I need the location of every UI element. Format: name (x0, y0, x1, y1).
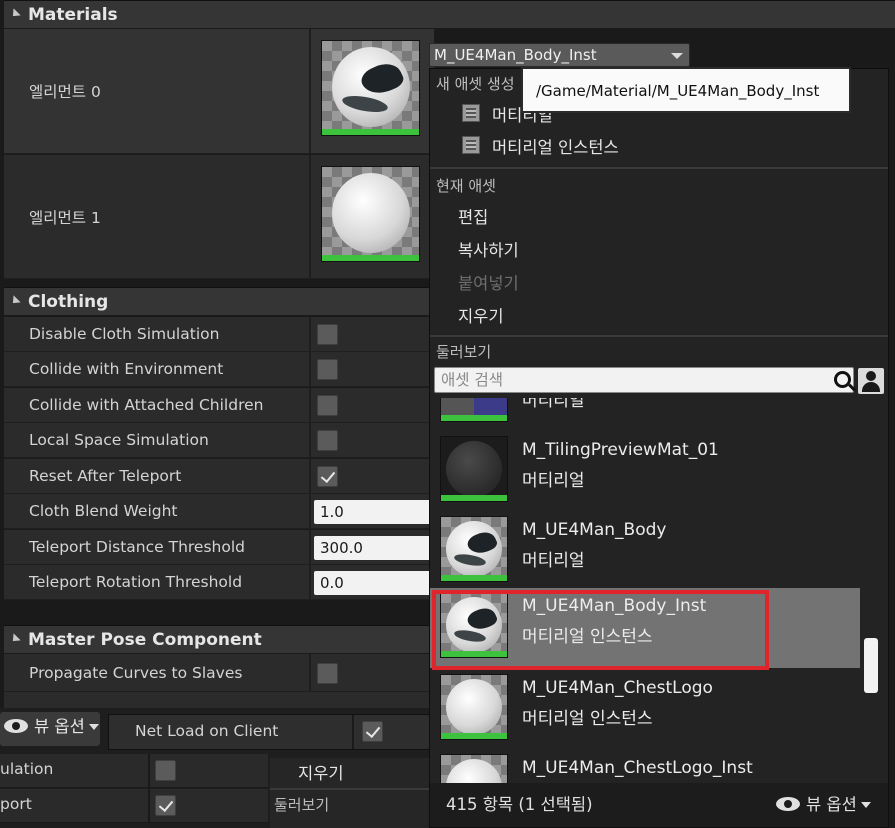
asset-thumbnail (440, 754, 508, 783)
clothing-row-label: Local Space Simulation (29, 431, 209, 449)
collapse-triangle-icon (9, 295, 21, 307)
net-load-on-client-row: Net Load on Client (108, 714, 430, 750)
clothing-row-label: Teleport Rotation Threshold (29, 573, 243, 591)
collapse-triangle-icon (9, 633, 21, 645)
menu-item-clear[interactable]: 지우기 (458, 303, 504, 327)
clothing-row: Cloth Blend Weight 1.0 (4, 494, 434, 529)
propagate-curves-label: Propagate Curves to Slaves (29, 663, 243, 682)
chevron-down-icon (860, 802, 871, 808)
clothing-value-field[interactable]: 1.0 (314, 500, 434, 524)
asset-thumbnail (440, 674, 508, 740)
menu-item-paste: 붙여넣기 (458, 274, 519, 293)
asset-list-scrollbar[interactable] (864, 638, 878, 693)
material-icon (462, 104, 480, 122)
asset-list-item[interactable]: M_UE4Man_ChestLogo_Inst (430, 750, 860, 783)
clothing-row-label: Collide with Environment (29, 360, 224, 378)
clothing-row: Disable Cloth Simulation (4, 317, 434, 352)
menu-item-copy[interactable]: 복사하기 (458, 237, 519, 261)
element-1-material-thumbnail[interactable] (321, 166, 420, 262)
bg-browse-title: 둘러보기 (274, 796, 330, 814)
search-icon[interactable] (834, 371, 851, 388)
clothing-checkbox[interactable] (317, 324, 338, 345)
material-sphere-icon (446, 597, 502, 653)
clothing-row: Collide with Environment (4, 352, 434, 387)
asset-search-box[interactable] (434, 367, 854, 393)
new-asset-section-title: 새 애셋 생성 (436, 75, 515, 93)
column-splitter[interactable] (309, 29, 311, 153)
net-load-checkbox[interactable] (362, 721, 383, 742)
clothing-row: Reset After Teleport (4, 459, 434, 494)
asset-thumbnail (440, 436, 508, 502)
clothing-row: Teleport Rotation Threshold 0.0 (4, 565, 434, 600)
browse-section-title: 둘러보기 (436, 343, 492, 361)
asset-list-item[interactable]: 머티리얼 (430, 398, 860, 432)
clothing-checkbox[interactable] (317, 395, 338, 416)
material-instance-icon (462, 136, 480, 154)
clothing-row-label: Collide with Attached Children (29, 396, 264, 414)
clothing-value-field[interactable]: 0.0 (314, 571, 434, 595)
material-sphere-icon (332, 173, 410, 253)
asset-thumbnail (440, 398, 508, 422)
asset-search-input[interactable] (441, 370, 821, 390)
asset-thumbnail (440, 516, 508, 582)
element-0-material-thumbnail[interactable] (321, 40, 420, 136)
clothing-category-header[interactable]: Clothing (4, 287, 434, 315)
material-asset-combo[interactable]: M_UE4Man_Body_Inst (429, 43, 690, 67)
master-pose-category-header[interactable]: Master Pose Component (4, 625, 434, 653)
clothing-row-label: Cloth Blend Weight (29, 502, 178, 520)
asset-list[interactable]: 머티리얼 M_TilingPreviewMat_01 머티리얼 M_UE4Man… (430, 398, 870, 783)
clothing-row: Collide with Attached Children (4, 388, 434, 423)
asset-path-tooltip: /Game/Material/M_UE4Man_Body_Inst (521, 67, 851, 113)
propagate-curves-row: Propagate Curves to Slaves (4, 654, 434, 692)
collapse-triangle-icon (9, 8, 21, 20)
simulation-checkbox[interactable] (155, 760, 176, 781)
material-sphere-icon (446, 679, 502, 735)
asset-thumbnail (440, 592, 508, 658)
eye-icon (4, 719, 28, 733)
menu-item-edit[interactable]: 편집 (458, 204, 488, 228)
net-load-label: Net Load on Client (135, 722, 279, 740)
background-context-menu: 지우기 둘러보기 (270, 758, 430, 828)
clothing-row-label: Disable Cloth Simulation (29, 325, 220, 343)
chevron-down-icon (671, 53, 683, 59)
menu-item-new-material-instance[interactable]: 머티리얼 인스턴스 (492, 134, 619, 158)
material-sphere-icon (446, 521, 502, 577)
chevron-down-icon (88, 724, 99, 730)
materials-category-header[interactable]: Materials (4, 0, 895, 28)
clothing-row-label: Reset After Teleport (29, 467, 182, 485)
eye-icon (776, 797, 800, 811)
material-sphere-icon (446, 441, 502, 497)
column-splitter[interactable] (309, 155, 311, 278)
asset-list-item[interactable]: M_TilingPreviewMat_01 머티리얼 (430, 432, 860, 512)
bg-clear-item[interactable]: 지우기 (298, 760, 344, 784)
asset-list-item-selected[interactable]: M_UE4Man_Body_Inst 머티리얼 인스턴스 (430, 588, 860, 668)
teleport-row: port (0, 789, 268, 823)
person-filter-icon[interactable] (858, 368, 884, 394)
asset-list-item[interactable]: M_UE4Man_ChestLogo 머티리얼 인스턴스 (430, 670, 860, 750)
view-options-button[interactable]: 뷰 옵션 (0, 712, 100, 746)
clothing-checkbox[interactable] (317, 466, 338, 487)
current-asset-section-title: 현재 애셋 (436, 177, 496, 195)
clothing-checkbox[interactable] (317, 430, 338, 451)
teleport-checkbox[interactable] (155, 795, 176, 816)
view-options-button[interactable]: 뷰 옵션 (776, 791, 871, 815)
asset-count-label: 415 항목 (1 선택됨) (446, 795, 593, 814)
material-sphere-icon (332, 47, 410, 127)
clothing-row-label: Teleport Distance Threshold (29, 538, 246, 556)
element-0-label: 엘리먼트 0 (29, 83, 101, 101)
clothing-checkbox[interactable] (317, 359, 338, 380)
clothing-row: Local Space Simulation (4, 423, 434, 458)
element-1-label: 엘리먼트 1 (29, 208, 101, 227)
propagate-curves-checkbox[interactable] (317, 663, 338, 684)
clothing-value-field[interactable]: 300.0 (314, 536, 434, 560)
simulation-row: ulation (0, 754, 268, 788)
asset-picker-footer: 415 항목 (1 선택됨) 뷰 옵션 (430, 783, 888, 827)
clothing-row: Teleport Distance Threshold 300.0 (4, 530, 434, 565)
asset-list-item[interactable]: M_UE4Man_Body 머티리얼 (430, 512, 860, 592)
